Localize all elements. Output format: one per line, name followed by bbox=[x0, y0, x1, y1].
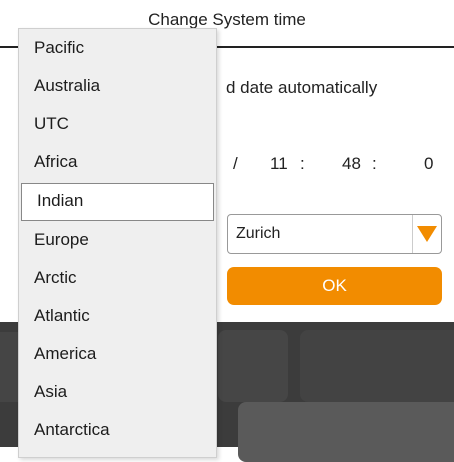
dropdown-item-asia[interactable]: Asia bbox=[19, 373, 216, 411]
second-field[interactable]: 0 bbox=[424, 154, 433, 174]
time-colon: : bbox=[372, 154, 377, 173]
timezone-select[interactable]: Zurich bbox=[227, 214, 442, 254]
dropdown-item-arctic[interactable]: Arctic bbox=[19, 259, 216, 297]
ok-button[interactable]: OK bbox=[227, 267, 442, 305]
dropdown-item-utc[interactable]: UTC bbox=[19, 105, 216, 143]
dropdown-item-africa[interactable]: Africa bbox=[19, 143, 216, 181]
dropdown-item-indian[interactable]: Indian bbox=[21, 183, 214, 221]
timezone-selected-value: Zurich bbox=[236, 225, 281, 242]
dropdown-item-atlantic[interactable]: Atlantic bbox=[19, 297, 216, 335]
dropdown-item-antarctica[interactable]: Antarctica bbox=[19, 411, 216, 449]
time-colon: : bbox=[300, 154, 305, 173]
hour-field[interactable]: 11 bbox=[270, 154, 288, 174]
minute-field[interactable]: 48 bbox=[342, 154, 361, 174]
dropdown-item-europe[interactable]: Europe bbox=[19, 221, 216, 259]
dropdown-item-pacific[interactable]: Pacific bbox=[19, 29, 216, 67]
date-separator: / bbox=[233, 154, 238, 173]
background-tile bbox=[218, 330, 288, 402]
background-tile bbox=[238, 402, 454, 462]
dropdown-item-america[interactable]: America bbox=[19, 335, 216, 373]
dropdown-arrow-icon[interactable] bbox=[412, 215, 441, 253]
auto-date-label[interactable]: d date automatically bbox=[226, 78, 377, 98]
background-tile bbox=[300, 330, 454, 402]
region-dropdown-list[interactable]: Pacific Australia UTC Africa Indian Euro… bbox=[18, 28, 217, 458]
dropdown-item-australia[interactable]: Australia bbox=[19, 67, 216, 105]
